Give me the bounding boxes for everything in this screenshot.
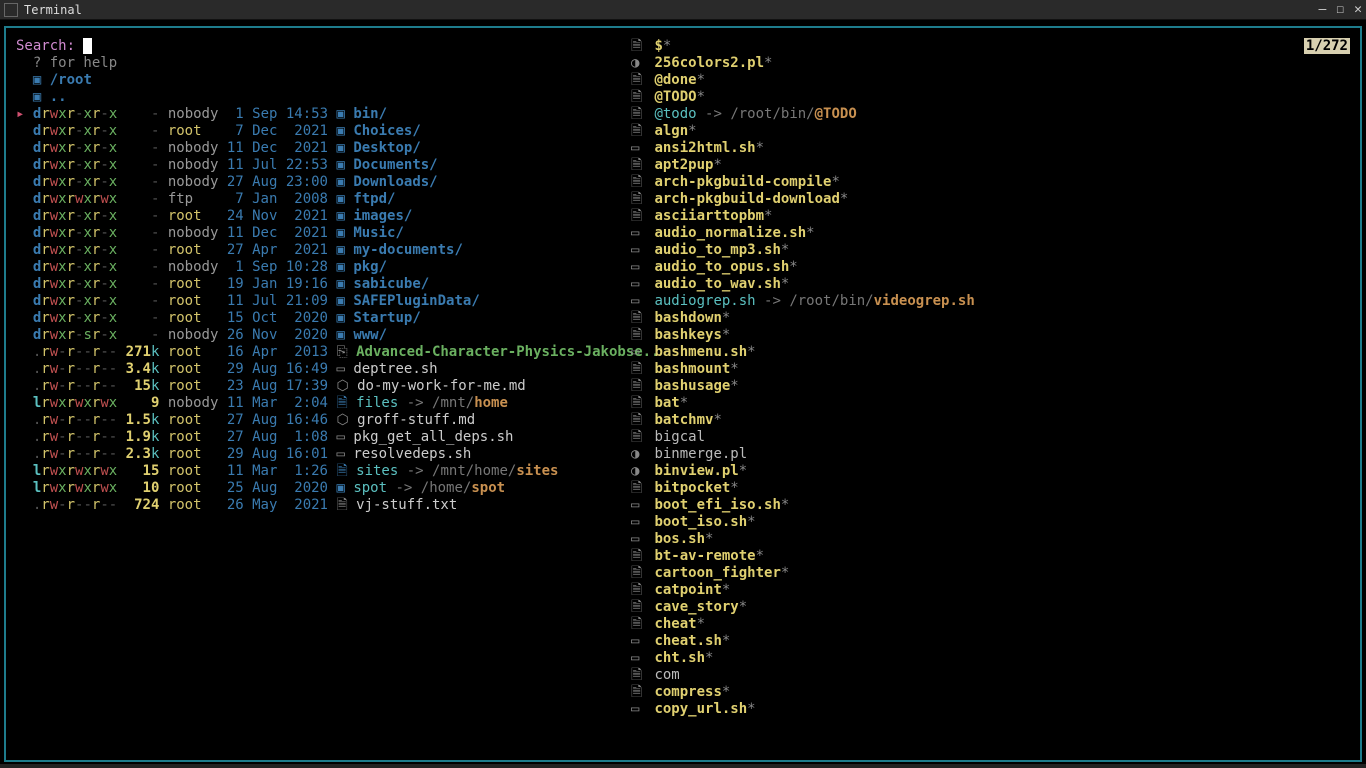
- file-row[interactable]: drwxr-xr-x - root 27 Apr 2021 ▣ my-docum…: [16, 242, 621, 259]
- file-row[interactable]: lrwxrwxrwx 9 nobody 11 Mar 2:04 🗎 files …: [16, 395, 621, 412]
- titlebar: Terminal — ☐ ✕: [0, 0, 1366, 20]
- maximize-button[interactable]: ☐: [1336, 2, 1344, 17]
- minimize-button[interactable]: —: [1319, 2, 1327, 17]
- help-text: ? for help: [16, 55, 621, 72]
- left-pane: Search: ? for help ▣ /root ▣ .. ▸ drwxr-…: [16, 38, 621, 750]
- item-counter: 1/272: [1304, 38, 1350, 54]
- file-row[interactable]: ▭ cheat.sh*: [631, 633, 1350, 650]
- file-row[interactable]: 🗎 bashmount*: [631, 361, 1350, 378]
- file-row[interactable]: drwxr-xr-x - nobody 11 Dec 2021 ▣ Music/: [16, 225, 621, 242]
- terminal-frame: 1/272 Search: ? for help ▣ /root ▣ .. ▸ …: [4, 26, 1362, 762]
- file-row[interactable]: 🗎 bashusage*: [631, 378, 1350, 395]
- file-row[interactable]: ▭ audio_normalize.sh*: [631, 225, 1350, 242]
- file-row[interactable]: drwxr-xr-x - root 24 Nov 2021 ▣ images/: [16, 208, 621, 225]
- search-line[interactable]: Search:: [16, 38, 621, 55]
- file-row[interactable]: drwxr-xr-x - root 7 Dec 2021 ▣ Choices/: [16, 123, 621, 140]
- right-pane: 🗎 $*◑ 256colors2.pl*🗎 @done*🗎 @TODO*🗎 @t…: [631, 38, 1350, 750]
- file-row[interactable]: 🗎 $*: [631, 38, 1350, 55]
- path-up[interactable]: ▣ ..: [16, 89, 621, 106]
- file-row[interactable]: ▭ cht.sh*: [631, 650, 1350, 667]
- file-row[interactable]: ▭ audiogrep.sh -> /root/bin/videogrep.sh: [631, 293, 1350, 310]
- file-row[interactable]: lrwxrwxrwx 10 root 25 Aug 2020 ▣ spot ->…: [16, 480, 621, 497]
- file-row[interactable]: 🗎 cartoon_fighter*: [631, 565, 1350, 582]
- file-row[interactable]: 🗎 com: [631, 667, 1350, 684]
- close-button[interactable]: ✕: [1354, 2, 1362, 17]
- file-row[interactable]: 🗎 bt-av-remote*: [631, 548, 1350, 565]
- file-row[interactable]: 🗎 arch-pkgbuild-download*: [631, 191, 1350, 208]
- file-row[interactable]: ▭ bashmenu.sh*: [631, 344, 1350, 361]
- file-row[interactable]: drwxr-xr-x - nobody 11 Jul 22:53 ▣ Docum…: [16, 157, 621, 174]
- file-row[interactable]: drwxr-xr-x - nobody 11 Dec 2021 ▣ Deskto…: [16, 140, 621, 157]
- file-row[interactable]: .rw-r--r-- 1.5k root 27 Aug 16:46 ⬡ grof…: [16, 412, 621, 429]
- file-row[interactable]: drwxr-xr-x - root 15 Oct 2020 ▣ Startup/: [16, 310, 621, 327]
- file-row[interactable]: drwxr-xr-x - root 11 Jul 21:09 ▣ SAFEPlu…: [16, 293, 621, 310]
- file-row[interactable]: ▭ audio_to_wav.sh*: [631, 276, 1350, 293]
- file-row[interactable]: ▭ copy_url.sh*: [631, 701, 1350, 718]
- file-row[interactable]: ▭ bos.sh*: [631, 531, 1350, 548]
- file-row[interactable]: 🗎 cheat*: [631, 616, 1350, 633]
- window-title: Terminal: [24, 3, 1319, 17]
- file-row[interactable]: 🗎 @done*: [631, 72, 1350, 89]
- file-row[interactable]: 🗎 batchmv*: [631, 412, 1350, 429]
- file-row[interactable]: 🗎 catpoint*: [631, 582, 1350, 599]
- file-row[interactable]: drwxr-xr-x - nobody 1 Sep 10:28 ▣ pkg/: [16, 259, 621, 276]
- app-icon: [4, 3, 18, 17]
- file-row[interactable]: ▸ drwxr-xr-x - nobody 1 Sep 14:53 ▣ bin/: [16, 106, 621, 123]
- file-row[interactable]: ◑ 256colors2.pl*: [631, 55, 1350, 72]
- file-row[interactable]: drwxr-xr-x - nobody 27 Aug 23:00 ▣ Downl…: [16, 174, 621, 191]
- file-row[interactable]: .rw-r--r-- 1.9k root 27 Aug 1:08 ▭ pkg_g…: [16, 429, 621, 446]
- file-row[interactable]: ▭ ansi2html.sh*: [631, 140, 1350, 157]
- path-root[interactable]: ▣ /root: [16, 72, 621, 89]
- file-row[interactable]: .rw-r--r-- 3.4k root 29 Aug 16:49 ▭ dept…: [16, 361, 621, 378]
- file-row[interactable]: 🗎 bashkeys*: [631, 327, 1350, 344]
- file-row[interactable]: 🗎 arch-pkgbuild-compile*: [631, 174, 1350, 191]
- file-row[interactable]: 🗎 compress*: [631, 684, 1350, 701]
- file-row[interactable]: 🗎 algn*: [631, 123, 1350, 140]
- file-row[interactable]: 🗎 bigcal: [631, 429, 1350, 446]
- file-row[interactable]: ◑ binview.pl*: [631, 463, 1350, 480]
- file-row[interactable]: 🗎 bitpocket*: [631, 480, 1350, 497]
- file-row[interactable]: ▭ audio_to_mp3.sh*: [631, 242, 1350, 259]
- file-row[interactable]: ◑ binmerge.pl: [631, 446, 1350, 463]
- bottom-scrollbar[interactable]: [0, 764, 1366, 768]
- file-row[interactable]: 🗎 bashdown*: [631, 310, 1350, 327]
- file-row[interactable]: .rw-r--r-- 724 root 26 May 2021 🗎 vj-stu…: [16, 497, 621, 514]
- file-row[interactable]: ▭ boot_efi_iso.sh*: [631, 497, 1350, 514]
- file-row[interactable]: 🗎 bat*: [631, 395, 1350, 412]
- file-row[interactable]: .rw-r--r-- 15k root 23 Aug 17:39 ⬡ do-my…: [16, 378, 621, 395]
- file-row[interactable]: drwxr-sr-x - nobody 26 Nov 2020 ▣ www/: [16, 327, 621, 344]
- file-row[interactable]: lrwxrwxrwx 15 root 11 Mar 1:26 🗎 sites -…: [16, 463, 621, 480]
- file-row[interactable]: drwxr-xr-x - root 19 Jan 19:16 ▣ sabicub…: [16, 276, 621, 293]
- file-row[interactable]: ▭ audio_to_opus.sh*: [631, 259, 1350, 276]
- file-row[interactable]: .rw-r--r-- 271k root 16 Apr 2013 ⎘ Advan…: [16, 344, 621, 361]
- file-row[interactable]: 🗎 @TODO*: [631, 89, 1350, 106]
- file-row[interactable]: 🗎 @todo -> /root/bin/@TODO: [631, 106, 1350, 123]
- file-row[interactable]: drwxrwxrwx - ftp 7 Jan 2008 ▣ ftpd/: [16, 191, 621, 208]
- file-row[interactable]: 🗎 cave_story*: [631, 599, 1350, 616]
- file-row[interactable]: ▭ boot_iso.sh*: [631, 514, 1350, 531]
- file-row[interactable]: .rw-r--r-- 2.3k root 29 Aug 16:01 ▭ reso…: [16, 446, 621, 463]
- file-row[interactable]: 🗎 apt2pup*: [631, 157, 1350, 174]
- search-cursor: [83, 38, 91, 54]
- file-row[interactable]: 🗎 asciiarttopbm*: [631, 208, 1350, 225]
